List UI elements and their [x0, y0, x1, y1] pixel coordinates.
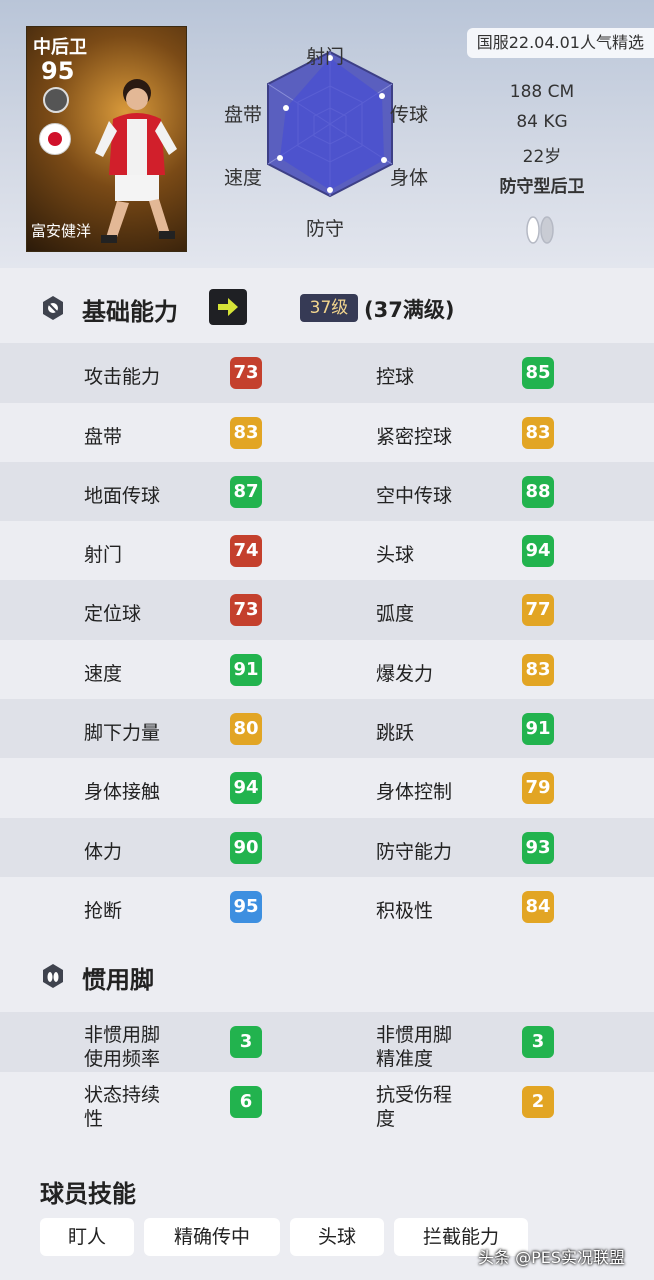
japan-flag-icon [39, 123, 71, 155]
skill-chip[interactable]: 头球 [290, 1218, 384, 1256]
player-header: 中后卫 95 富安健洋 射门 盘带 传球 速度 身体 防守 国服22.04.01… [0, 0, 654, 268]
footedness-icon [526, 216, 554, 244]
stat-value: 73 [230, 357, 262, 389]
table-row: 定位球 73 弧度 77 [0, 580, 654, 640]
stat-value: 87 [230, 476, 262, 508]
stat-label: 非惯用脚 [376, 1024, 453, 1046]
stat-value: 79 [522, 772, 554, 804]
stat-value: 85 [522, 357, 554, 389]
stat-value: 88 [522, 476, 554, 508]
stat-label: 非惯用脚 [84, 1024, 161, 1046]
edition-tag: 国服22.04.01人气精选 [466, 28, 654, 58]
stat-value: 93 [522, 832, 554, 864]
table-row: 身体接触 94 身体控制 79 [0, 758, 654, 818]
footprint-icon [43, 964, 63, 988]
stat-label: 定位球 [84, 603, 142, 625]
player-style: 防守型后卫 [499, 177, 585, 197]
table-row: 脚下力量 80 跳跃 91 [0, 699, 654, 759]
club-badge-icon [43, 87, 69, 113]
stat-value: 84 [522, 891, 554, 923]
card-position: 中后卫 [33, 37, 87, 58]
arrow-right-icon [218, 298, 238, 316]
stat-value: 83 [230, 417, 262, 449]
table-row: 抢断 95 积极性 84 [0, 877, 654, 937]
stat-label: 防守能力 [376, 841, 453, 863]
radar-label-dribbling: 盘带 [224, 104, 263, 126]
player-height: 188 CM [509, 82, 575, 102]
stat-label: 地面传球 [84, 485, 161, 507]
stat-label: 盘带 [84, 426, 123, 448]
stat-value: 95 [230, 891, 262, 923]
radar-label-shooting: 射门 [306, 46, 345, 68]
stat-label: 速度 [84, 663, 123, 685]
stat-value: 74 [230, 535, 262, 567]
stat-label: 空中传球 [376, 485, 453, 507]
stat-value: 94 [230, 772, 262, 804]
stat-label: 精准度 [376, 1048, 434, 1070]
stat-label: 性 [84, 1108, 104, 1130]
stat-value: 83 [522, 417, 554, 449]
player-weight: 84 KG [516, 112, 568, 132]
table-row: 状态持续 性 6 抗受伤程 度 2 [0, 1072, 654, 1132]
card-rating: 95 [41, 57, 75, 85]
card-player-name: 富安健洋 [31, 222, 92, 240]
player-card[interactable]: 中后卫 95 富安健洋 [26, 26, 187, 252]
stat-value: 83 [522, 654, 554, 686]
watermark: 头条 @PES实况联盟 [478, 1248, 626, 1267]
stat-label: 攻击能力 [84, 366, 161, 388]
stat-value: 80 [230, 713, 262, 745]
stat-value: 94 [522, 535, 554, 567]
stat-value: 3 [230, 1026, 262, 1058]
stat-label: 跳跃 [376, 722, 415, 744]
stat-value: 91 [230, 654, 262, 686]
table-row: 攻击能力 73 控球 85 [0, 343, 654, 403]
stat-value: 3 [522, 1026, 554, 1058]
stat-value: 91 [522, 713, 554, 745]
arrow-right-button[interactable] [209, 289, 247, 325]
stat-label: 状态持续 [84, 1084, 161, 1106]
table-row: 速度 91 爆发力 83 [0, 640, 654, 700]
gear-icon [43, 296, 63, 320]
foot-section-title: 惯用脚 [82, 966, 154, 994]
stat-label: 爆发力 [376, 663, 434, 685]
radar-label-passing: 传球 [390, 104, 429, 126]
radar-label-physical: 身体 [390, 167, 429, 189]
stat-label: 身体控制 [376, 781, 453, 803]
stat-label: 抗受伤程 [376, 1084, 453, 1106]
stat-label: 紧密控球 [376, 426, 453, 448]
stat-label: 头球 [376, 544, 415, 566]
max-level-text: (37满级) [364, 298, 455, 322]
basic-ability-title: 基础能力 [82, 298, 178, 326]
stat-label: 使用频率 [84, 1048, 161, 1070]
stat-label: 身体接触 [84, 781, 161, 803]
stat-value: 77 [522, 594, 554, 626]
stat-label: 脚下力量 [84, 722, 161, 744]
stat-label: 度 [376, 1108, 396, 1130]
skill-chip[interactable]: 盯人 [40, 1218, 134, 1256]
table-row: 射门 74 头球 94 [0, 521, 654, 581]
player-age: 22岁 [522, 147, 562, 167]
stat-label: 控球 [376, 366, 415, 388]
stat-label: 弧度 [376, 603, 415, 625]
skill-chip[interactable]: 精确传中 [144, 1218, 280, 1256]
skills-title: 球员技能 [40, 1180, 136, 1208]
table-row: 非惯用脚 使用频率 3 非惯用脚 精准度 3 [0, 1012, 654, 1072]
table-row: 盘带 83 紧密控球 83 [0, 403, 654, 463]
stat-label: 体力 [84, 841, 123, 863]
stat-label: 积极性 [376, 900, 434, 922]
level-badge[interactable]: 37级 [300, 294, 358, 322]
radar-label-defense: 防守 [306, 218, 345, 240]
stat-value: 6 [230, 1086, 262, 1118]
stat-value: 73 [230, 594, 262, 626]
stat-label: 抢断 [84, 900, 123, 922]
player-photo [95, 79, 177, 243]
stat-label: 射门 [84, 544, 123, 566]
table-row: 体力 90 防守能力 93 [0, 818, 654, 878]
table-row: 地面传球 87 空中传球 88 [0, 462, 654, 522]
stat-value: 2 [522, 1086, 554, 1118]
radar-label-speed: 速度 [224, 167, 263, 189]
stat-value: 90 [230, 832, 262, 864]
